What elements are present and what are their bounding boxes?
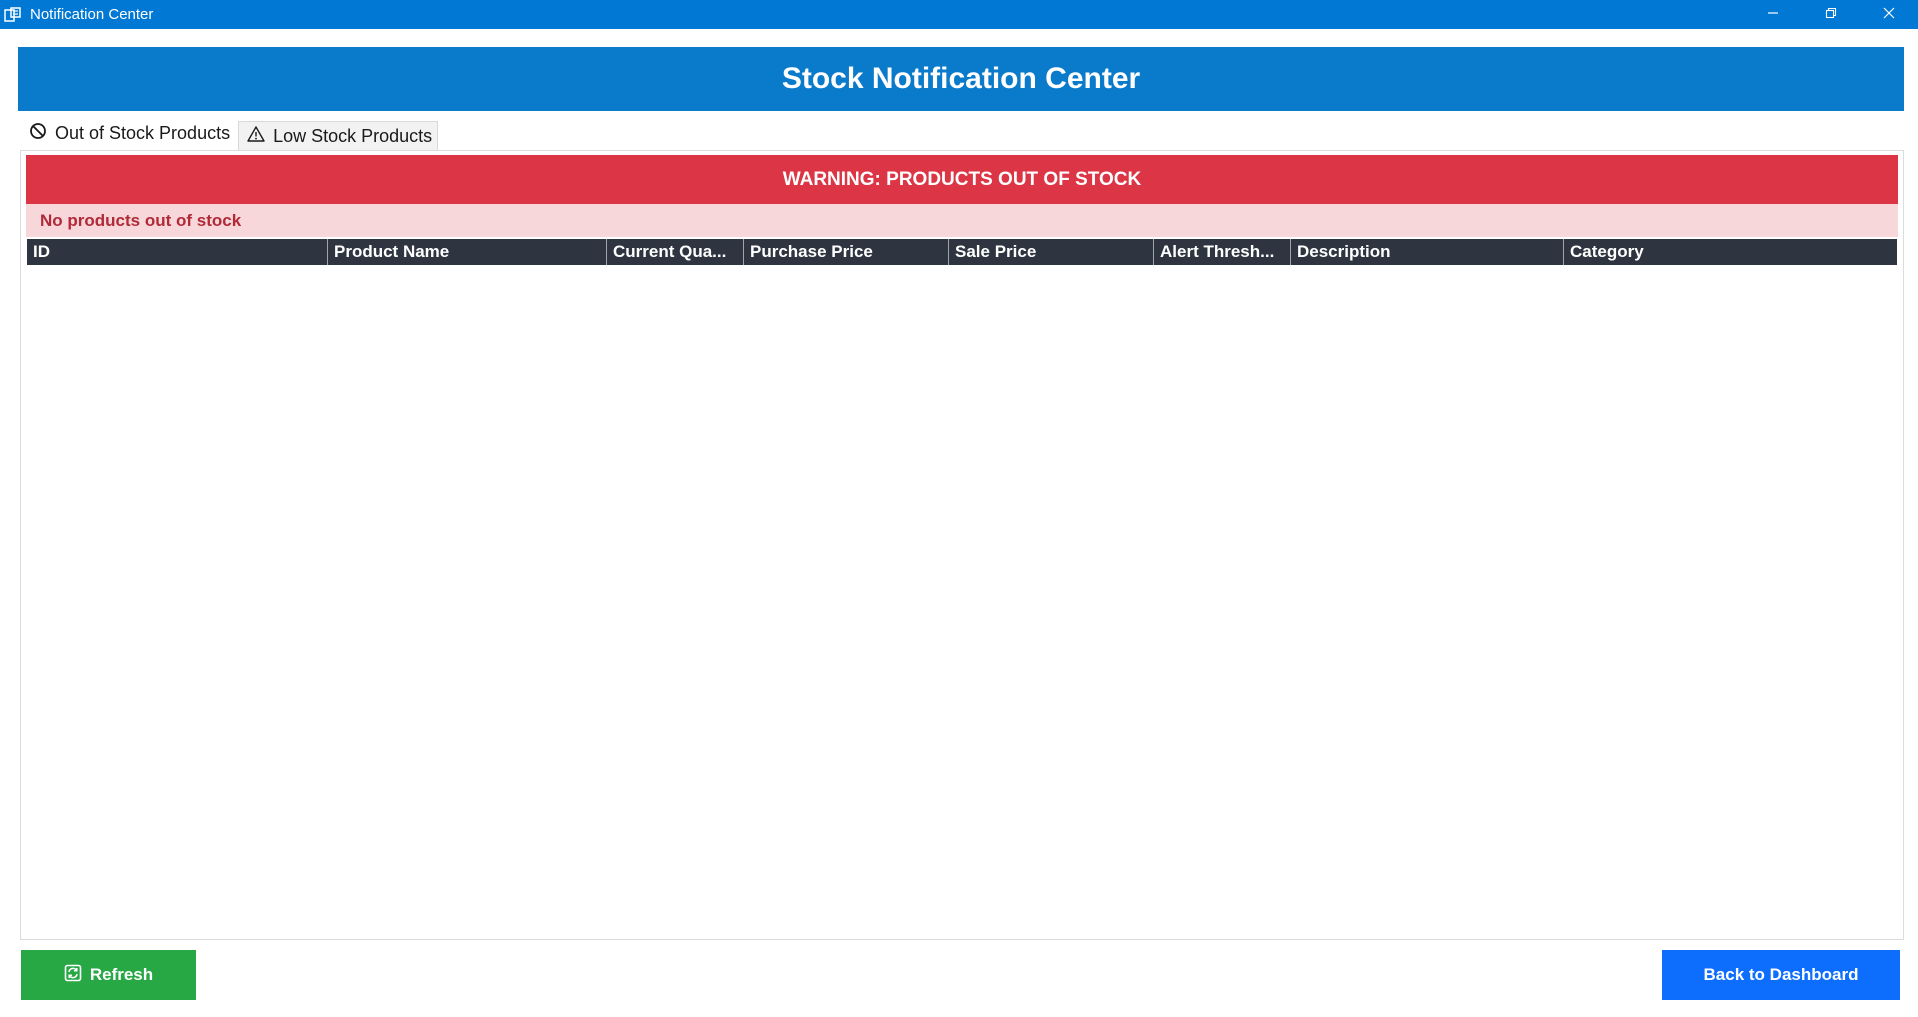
- warning-triangle-icon: [247, 125, 265, 148]
- column-header-product-name[interactable]: Product Name: [327, 239, 606, 265]
- column-header-alert-threshold[interactable]: Alert Thresh...: [1153, 239, 1290, 265]
- column-header-sale-price[interactable]: Sale Price: [948, 239, 1153, 265]
- warning-banner: WARNING: PRODUCTS OUT OF STOCK: [26, 155, 1898, 204]
- column-header-current-quantity[interactable]: Current Qua...: [606, 239, 743, 265]
- page-header: Stock Notification Center: [18, 47, 1904, 111]
- restore-icon: [1825, 6, 1837, 24]
- status-text: No products out of stock: [40, 210, 242, 230]
- column-header-id[interactable]: ID: [27, 239, 327, 265]
- tab-strip: Out of Stock Products Low Stock Products: [20, 117, 439, 150]
- table-body[interactable]: [27, 265, 1897, 935]
- window-controls: [1744, 0, 1918, 29]
- close-button[interactable]: [1860, 0, 1918, 29]
- tab-low-stock[interactable]: Low Stock Products: [238, 121, 439, 150]
- column-header-description[interactable]: Description: [1290, 239, 1563, 265]
- column-header-category[interactable]: Category: [1563, 239, 1897, 265]
- refresh-label: Refresh: [89, 965, 154, 984]
- minimize-icon: [1767, 6, 1779, 24]
- tab-panel-out-of-stock: WARNING: PRODUCTS OUT OF STOCK No produc…: [20, 150, 1904, 940]
- no-entry-icon: [29, 122, 47, 145]
- tab-label: Low Stock Products: [273, 125, 433, 146]
- minimize-button[interactable]: [1744, 0, 1802, 29]
- restore-button[interactable]: [1802, 0, 1860, 29]
- warning-text: WARNING: PRODUCTS OUT OF STOCK: [782, 168, 1142, 190]
- close-icon: [1883, 6, 1895, 24]
- window-titlebar[interactable]: Notification Center: [0, 0, 1918, 29]
- back-label: Back to Dashboard: [1703, 965, 1859, 984]
- window-title: Notification Center: [30, 6, 154, 23]
- tab-label: Out of Stock Products: [55, 123, 231, 143]
- app-icon: [4, 6, 22, 24]
- status-message: No products out of stock: [26, 204, 1898, 237]
- table-header: ID Product Name Current Qua... Purchase …: [27, 239, 1897, 265]
- refresh-button[interactable]: Refresh: [21, 950, 196, 1000]
- column-header-purchase-price[interactable]: Purchase Price: [743, 239, 948, 265]
- refresh-icon: [64, 964, 82, 987]
- back-to-dashboard-button[interactable]: Back to Dashboard: [1662, 950, 1900, 1000]
- page-title: Stock Notification Center: [781, 62, 1141, 95]
- tab-out-of-stock[interactable]: Out of Stock Products: [20, 117, 237, 150]
